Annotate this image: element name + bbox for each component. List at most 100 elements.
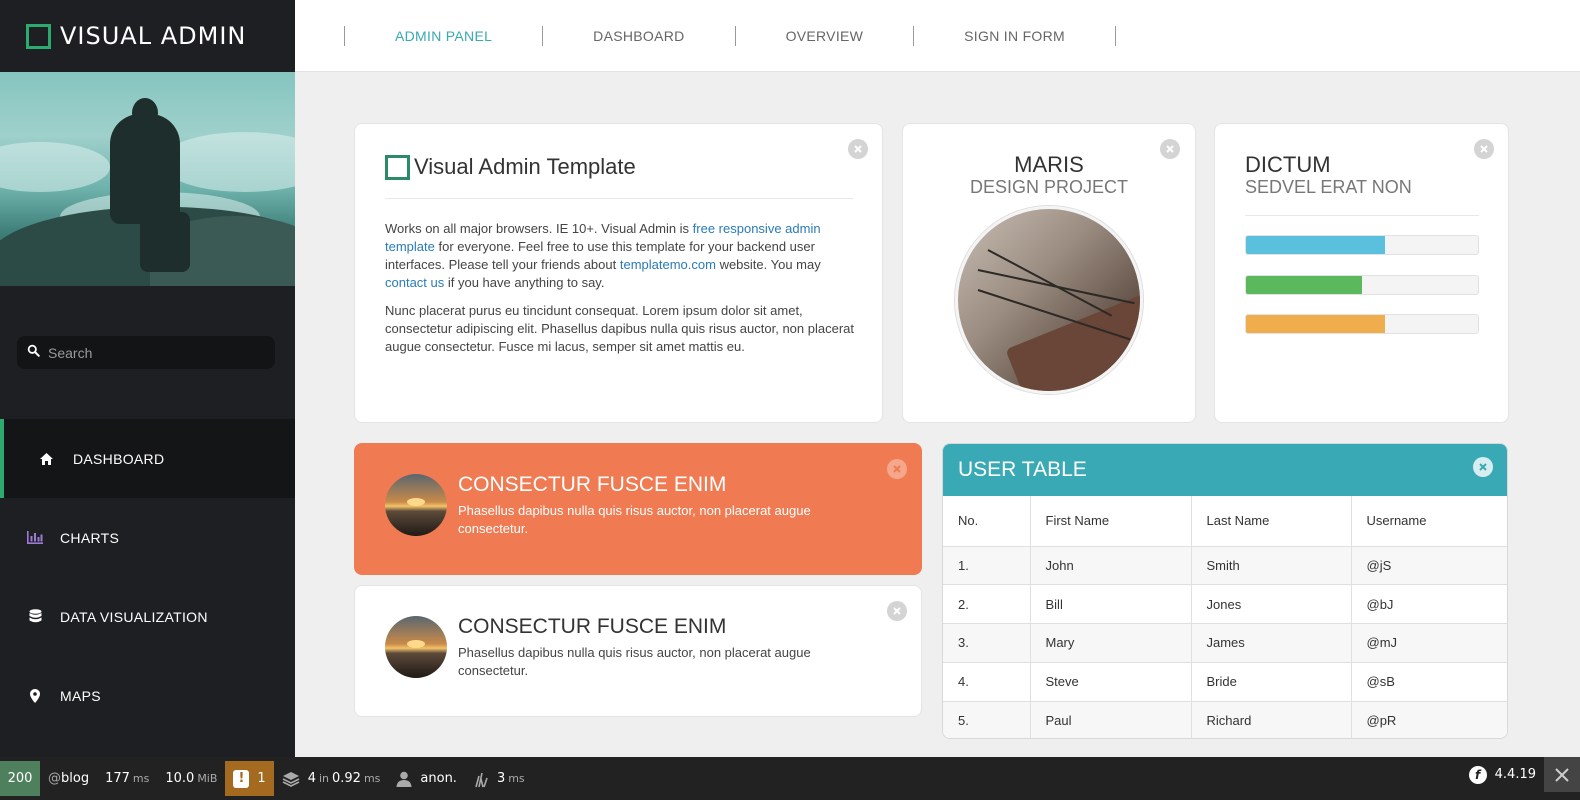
warnings-info[interactable]: ! 1	[225, 761, 274, 796]
user-table-header: USER TABLE	[943, 444, 1507, 496]
warnings-count: 1	[257, 771, 266, 786]
table-cell: Mary	[1030, 623, 1192, 663]
symfony-version: 4.4.19	[1494, 767, 1536, 782]
table-row: 4. Steve Bride @sB	[943, 662, 1507, 702]
column-header: First Name	[1030, 496, 1192, 547]
table-cell: @bJ	[1351, 584, 1507, 625]
card-title: CONSECTUR FUSCE ENIM	[458, 473, 727, 496]
memory-value: 10.0	[165, 771, 195, 786]
brand[interactable]: VISUAL ADMIN	[0, 0, 295, 72]
debug-toolbar: 200 @ blog 177 ms 10.0 MiB ! 1 4 in 0.92 …	[0, 757, 1580, 800]
close-icon[interactable]	[887, 459, 907, 479]
contact-link[interactable]: contact us	[385, 275, 444, 290]
table-header-row: No. First Name Last Name Username	[943, 496, 1507, 547]
table-cell: 3.	[943, 623, 1031, 663]
profile-photo	[955, 206, 1143, 394]
sidebar-item-dashboard[interactable]: DASHBOARD	[0, 419, 295, 498]
column-header: Last Name	[1191, 496, 1352, 547]
column-header: No.	[943, 496, 1031, 547]
progress-panel: DICTUM SEDVEL ERAT NON	[1214, 123, 1509, 423]
symfony-logo-icon: f	[1468, 765, 1487, 784]
database-icon	[27, 609, 43, 625]
table-cell: 2.	[943, 584, 1031, 625]
intro-title: Visual Admin Template	[385, 154, 636, 180]
tab-overview[interactable]: OVERVIEW	[736, 28, 914, 44]
user-info[interactable]: anon.	[388, 761, 465, 796]
close-icon[interactable]	[1474, 139, 1494, 159]
table-cell: 1.	[943, 546, 1031, 586]
tab-admin-panel[interactable]: ADMIN PANEL	[345, 28, 542, 44]
table-cell: Paul	[1030, 701, 1192, 738]
table-row: 5. Paul Richard @pR	[943, 701, 1507, 738]
render-time-info[interactable]: 3 ms	[465, 761, 533, 796]
sidebar-item-label: DATA VISUALIZATION	[60, 608, 208, 625]
table-cell: John	[1030, 546, 1192, 586]
logo-box-icon	[385, 154, 410, 180]
sidebar-nav: DASHBOARD CHARTS DATA VISUALIZATION MAPS	[0, 419, 295, 735]
table-cell: @mJ	[1351, 623, 1507, 663]
table-cell: 4.	[943, 662, 1031, 702]
table-row: 3. Mary James @mJ	[943, 623, 1507, 663]
table-cell: @sB	[1351, 662, 1507, 702]
warning-icon: !	[233, 769, 250, 788]
memory-info[interactable]: 10.0 MiB	[157, 761, 225, 796]
progress-fill	[1246, 236, 1386, 254]
close-icon[interactable]	[1544, 757, 1580, 792]
search-input[interactable]	[48, 344, 258, 361]
tab-dashboard[interactable]: DASHBOARD	[543, 28, 734, 44]
symfony-version-info[interactable]: f 4.4.19	[1461, 757, 1544, 792]
progress-title: DICTUM	[1245, 152, 1331, 177]
table-row: 1. John Smith @jS	[943, 546, 1507, 586]
progress-bar	[1245, 314, 1479, 334]
close-icon[interactable]	[848, 139, 868, 159]
queries-in-label: in	[318, 772, 329, 785]
table-cell: @jS	[1351, 546, 1507, 586]
close-icon[interactable]	[1473, 457, 1493, 477]
time-info[interactable]: 177 ms	[97, 761, 157, 796]
table-cell: James	[1191, 623, 1352, 663]
queries-time: 0.92	[332, 771, 361, 786]
sidebar-item-charts[interactable]: CHARTS	[0, 498, 295, 577]
route-name: blog	[61, 771, 90, 786]
route-info[interactable]: @ blog	[40, 761, 97, 796]
sidebar-item-label: MAPS	[60, 687, 101, 704]
render-unit: ms	[508, 772, 525, 785]
brand-title: VISUAL ADMIN	[60, 22, 247, 50]
templatemo-link[interactable]: templatemo.com	[620, 257, 716, 272]
card-thumbnail	[385, 474, 447, 536]
user-table-panel: USER TABLE No. First Name Last Name User…	[942, 443, 1508, 739]
feature-card-white: CONSECTUR FUSCE ENIM Phasellus dapibus n…	[354, 585, 922, 717]
sidebar-item-label: CHARTS	[60, 529, 120, 546]
memory-unit: MiB	[197, 772, 218, 785]
map-marker-icon	[27, 688, 43, 704]
divider	[385, 198, 853, 199]
time-unit: ms	[132, 772, 150, 785]
table-cell: Smith	[1191, 546, 1352, 586]
search-icon	[27, 344, 40, 362]
divider	[1245, 215, 1479, 216]
profile-name: MARIS	[1014, 152, 1084, 177]
close-icon[interactable]	[887, 601, 907, 621]
progress-bar	[1245, 275, 1479, 295]
feature-card-orange: CONSECTUR FUSCE ENIM Phasellus dapibus n…	[354, 443, 922, 575]
status-code-badge[interactable]: 200	[0, 761, 40, 796]
queries-info[interactable]: 4 in 0.92 ms	[274, 761, 389, 796]
card-thumbnail	[385, 616, 447, 678]
time-value: 177	[105, 771, 130, 786]
table-cell: Bill	[1030, 584, 1192, 625]
tab-sign-in-form[interactable]: SIGN IN FORM	[914, 28, 1115, 44]
sidebar-item-data-visualization[interactable]: DATA VISUALIZATION	[0, 577, 295, 656]
sidebar-item-label: DASHBOARD	[73, 450, 165, 467]
progress-fill	[1246, 276, 1362, 294]
intro-title-text: Visual Admin Template	[414, 154, 636, 179]
sidebar-item-maps[interactable]: MAPS	[0, 656, 295, 735]
column-header: Username	[1351, 496, 1507, 547]
top-navbar: ADMIN PANEL DASHBOARD OVERVIEW SIGN IN F…	[295, 0, 1580, 72]
table-cell: @pR	[1366, 713, 1397, 729]
render-value: 3	[496, 771, 506, 786]
user-name: anon.	[420, 771, 457, 786]
search-box[interactable]	[17, 336, 275, 369]
progress-subtitle: SEDVEL ERAT NON	[1245, 177, 1412, 197]
user-table: No. First Name Last Name Username 1. Joh…	[943, 496, 1507, 738]
table-row: 2. Bill Jones @bJ	[943, 584, 1507, 625]
